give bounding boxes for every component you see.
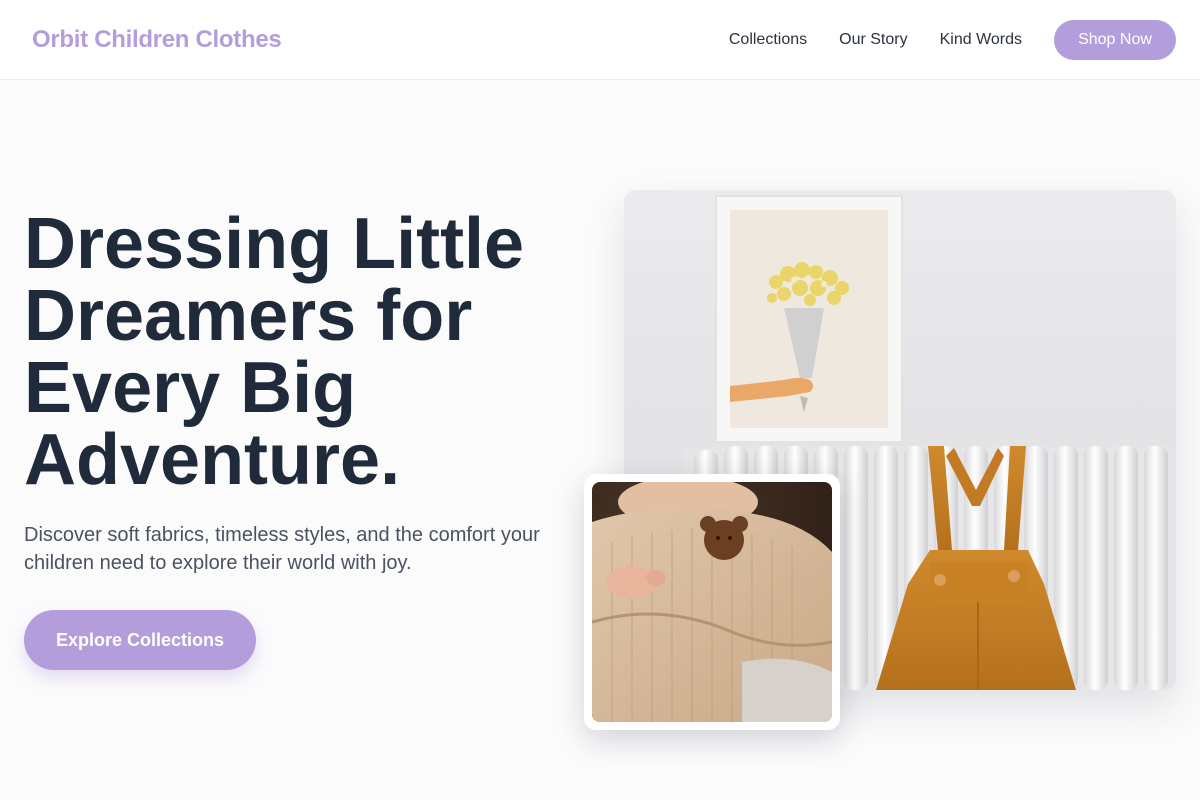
brand-logo[interactable]: Orbit Children Clothes — [32, 26, 282, 54]
nav-kind-words[interactable]: Kind Words — [940, 31, 1022, 49]
inset-photo-card — [584, 474, 840, 730]
site-header: Orbit Children Clothes Collections Our S… — [0, 0, 1200, 80]
hero-title-line: Adventure. — [24, 420, 401, 500]
hero-title-line: Dressing Little — [24, 204, 525, 284]
hero-title: Dressing Little Dreamers for Every Big A… — [24, 208, 584, 496]
nav-our-story[interactable]: Our Story — [839, 31, 907, 49]
baby-photo-illustration — [592, 482, 832, 722]
shop-now-button[interactable]: Shop Now — [1054, 20, 1176, 60]
hero-subtitle-line: children need to explore their world wit… — [24, 552, 412, 574]
hero-title-line: Every Big — [24, 348, 357, 428]
hero-subtitle: Discover soft fabrics, timeless styles, … — [24, 521, 564, 577]
main-nav: Collections Our Story Kind Words Shop No… — [729, 20, 1176, 60]
explore-collections-button[interactable]: Explore Collections — [24, 610, 256, 670]
hero-subtitle-line: Discover soft fabrics, timeless styles, … — [24, 524, 540, 546]
hero-title-line: Dreamers for — [24, 276, 473, 356]
nav-collections[interactable]: Collections — [729, 31, 807, 49]
inset-image-baby — [592, 482, 832, 722]
